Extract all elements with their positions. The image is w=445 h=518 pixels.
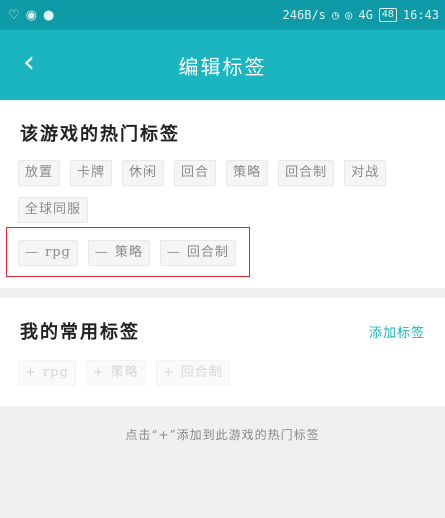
selected-tag-label: 回合制	[186, 245, 229, 260]
heart-rate-icon: ♡	[8, 7, 20, 23]
camera-app-icon: ◉	[25, 7, 37, 23]
my-tags-section: 我的常用标签 添加标签 + rpg + 策略 + 回合制	[0, 298, 445, 406]
hint-text: 点击“+”添加到此游戏的热门标签	[125, 428, 320, 442]
eye-icon: ◎	[345, 8, 353, 22]
hot-tag[interactable]: 休闲	[122, 160, 165, 186]
hot-tag[interactable]: 卡牌	[70, 160, 113, 186]
add-icon[interactable]: +	[163, 365, 175, 380]
hot-tags-title: 该游戏的热门标签	[20, 124, 180, 145]
add-icon[interactable]: +	[25, 365, 37, 380]
hot-tag[interactable]: 放置	[18, 160, 61, 186]
common-tag[interactable]: + 策略	[85, 360, 146, 386]
remove-icon[interactable]: —	[167, 245, 181, 260]
signal-label: 4G	[358, 8, 373, 22]
hot-tag[interactable]: 回合	[174, 160, 217, 186]
network-speed: 246B/s	[282, 8, 326, 22]
alarm-icon: ◷	[331, 8, 340, 22]
common-tag[interactable]: + rpg	[18, 360, 76, 386]
hot-tags-row-2: 全球同服	[18, 197, 89, 223]
my-tags-title: 我的常用标签	[20, 322, 140, 343]
add-icon[interactable]: +	[93, 365, 105, 380]
remove-icon[interactable]: —	[25, 245, 39, 260]
hot-tag[interactable]: 全球同服	[18, 197, 89, 223]
hot-tag[interactable]: 回合制	[278, 160, 335, 186]
status-bar: ♡ ◉ ● 246B/s ◷ ◎ 4G 48 16:43	[0, 0, 445, 30]
selected-tag-label: rpg	[45, 245, 71, 260]
page-title: 编辑标签	[178, 54, 267, 79]
selected-tag[interactable]: — 策略	[87, 240, 150, 266]
app-bar: ‹ 编辑标签	[0, 30, 445, 100]
hot-tags-section: 该游戏的热门标签 放置 卡牌 休闲 回合 策略 回合制 对战 全球同服 — rpg…	[0, 100, 445, 288]
status-bar-right: 246B/s ◷ ◎ 4G 48 16:43	[283, 8, 439, 22]
battery-indicator: 48	[378, 8, 397, 22]
status-bar-left: ♡ ◉ ●	[8, 8, 54, 23]
selected-tags-row: — rpg — 策略 — 回合制	[18, 240, 236, 266]
selected-tag-label: 策略	[114, 245, 143, 260]
chat-bubble-icon: ●	[43, 7, 55, 23]
common-tag-label: 回合制	[180, 365, 223, 380]
add-tag-link[interactable]: 添加标签	[369, 322, 425, 341]
selected-tag[interactable]: — rpg	[18, 240, 78, 266]
hot-tag[interactable]: 策略	[226, 160, 269, 186]
remove-icon[interactable]: —	[95, 245, 109, 260]
clock: 16:43	[402, 8, 439, 22]
common-tag-label: rpg	[42, 365, 69, 380]
common-tag[interactable]: + 回合制	[155, 360, 230, 386]
selected-tag[interactable]: — 回合制	[159, 240, 236, 266]
common-tag-label: 策略	[110, 365, 139, 380]
my-tags-row: + rpg + 策略 + 回合制	[18, 360, 230, 386]
hot-tag[interactable]: 对战	[344, 160, 387, 186]
back-chevron-icon[interactable]: ‹	[14, 48, 44, 78]
hot-tags-row-1: 放置 卡牌 休闲 回合 策略 回合制 对战	[18, 160, 387, 186]
